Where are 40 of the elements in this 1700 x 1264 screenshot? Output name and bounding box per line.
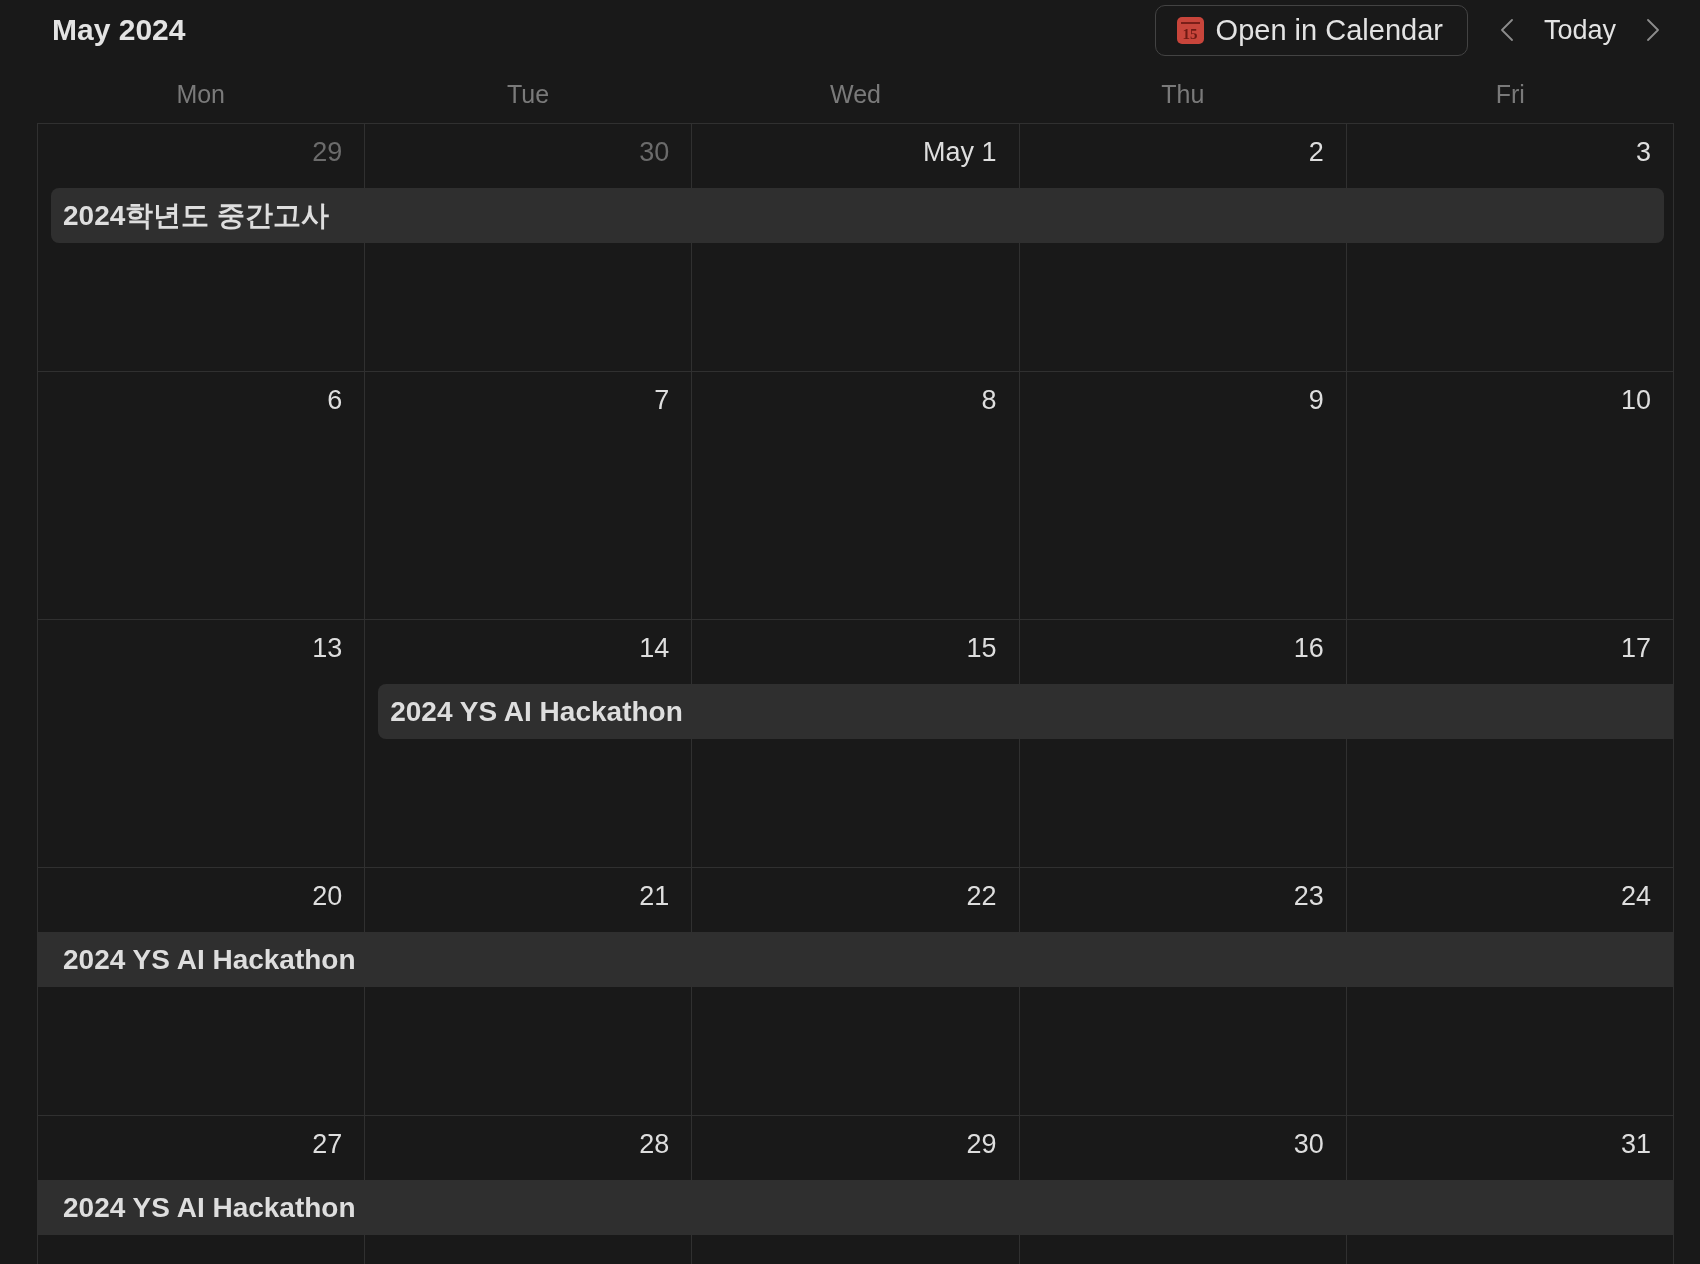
event-bar[interactable]: 2024 YS AI Hackathon <box>378 684 1674 739</box>
date-label: 17 <box>1620 635 1651 662</box>
date-label: 30 <box>639 139 670 166</box>
date-label: 29 <box>312 139 343 166</box>
event-bar[interactable]: 2024 YS AI Hackathon <box>38 932 1674 987</box>
date-label: 9 <box>1308 387 1324 414</box>
date-label: 6 <box>327 387 343 414</box>
date-label: 24 <box>1620 883 1651 910</box>
date-label: 16 <box>1293 635 1324 662</box>
date-label: 3 <box>1635 139 1651 166</box>
date-label: 10 <box>1620 387 1651 414</box>
weekday-label: Fri <box>1495 81 1525 107</box>
date-label: 14 <box>639 635 670 662</box>
date-label: 7 <box>654 387 670 414</box>
chevron-left-icon <box>1500 19 1513 41</box>
event-bar[interactable]: 2024학년도 중간고사 <box>51 188 1664 243</box>
date-label: 27 <box>312 1131 343 1158</box>
date-label: 15 <box>966 635 997 662</box>
date-label: 8 <box>981 387 997 414</box>
weekday-label: Wed <box>830 81 881 107</box>
date-label: 29 <box>966 1131 997 1158</box>
weekday-label: Tue <box>507 81 550 107</box>
calendar-icon: 15 <box>1176 16 1204 44</box>
date-label: 2 <box>1308 139 1324 166</box>
chevron-right-icon <box>1647 19 1659 41</box>
date-label: 30 <box>1293 1131 1324 1158</box>
date-label: 22 <box>966 883 997 910</box>
date-label: 23 <box>1293 883 1324 910</box>
date-label: 21 <box>639 883 670 910</box>
date-label: 20 <box>312 883 343 910</box>
weekday-label: Mon <box>176 81 225 107</box>
today-button[interactable]: Today <box>1543 16 1616 44</box>
weekday-label: Thu <box>1161 81 1205 107</box>
month-title: May 2024 <box>52 15 186 45</box>
date-label: 28 <box>639 1131 670 1158</box>
open-calendar-button[interactable]: 15 Open in Calendar <box>1154 4 1468 56</box>
date-label: 13 <box>312 635 343 662</box>
date-label: May 1 <box>923 139 997 166</box>
event-bar[interactable]: 2024 YS AI Hackathon <box>38 1180 1674 1235</box>
date-label: 31 <box>1620 1131 1651 1158</box>
